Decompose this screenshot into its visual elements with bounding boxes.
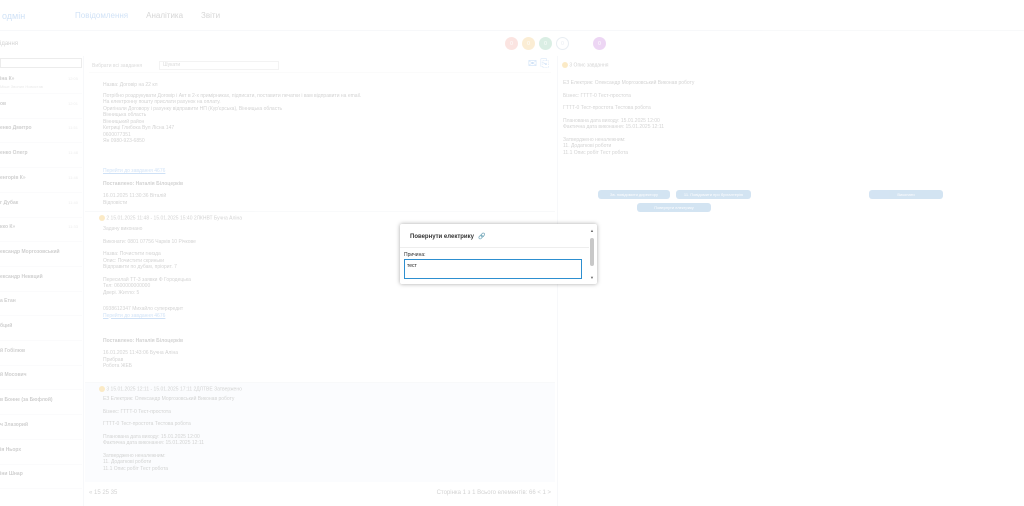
reason-field[interactable]: тест <box>404 259 582 279</box>
reason-label: Причина: <box>404 252 426 258</box>
modal-scrollbar[interactable]: ▲ ▼ <box>589 228 595 280</box>
modal-title: Повернути електрику 🔗 <box>410 233 485 240</box>
return-modal: Повернути електрику 🔗 Причина: тест ▲ ▼ <box>400 224 597 284</box>
modal-divider <box>400 247 589 248</box>
page: одмін Повідомлення Аналітика Звіти іданн… <box>0 0 1024 506</box>
scroll-thumb[interactable] <box>590 238 594 266</box>
modal-title-text: Повернути електрику <box>410 234 474 240</box>
scroll-up-icon[interactable]: ▲ <box>590 228 594 233</box>
link-icon[interactable]: 🔗 <box>478 233 485 240</box>
scroll-down-icon[interactable]: ▼ <box>590 275 594 280</box>
